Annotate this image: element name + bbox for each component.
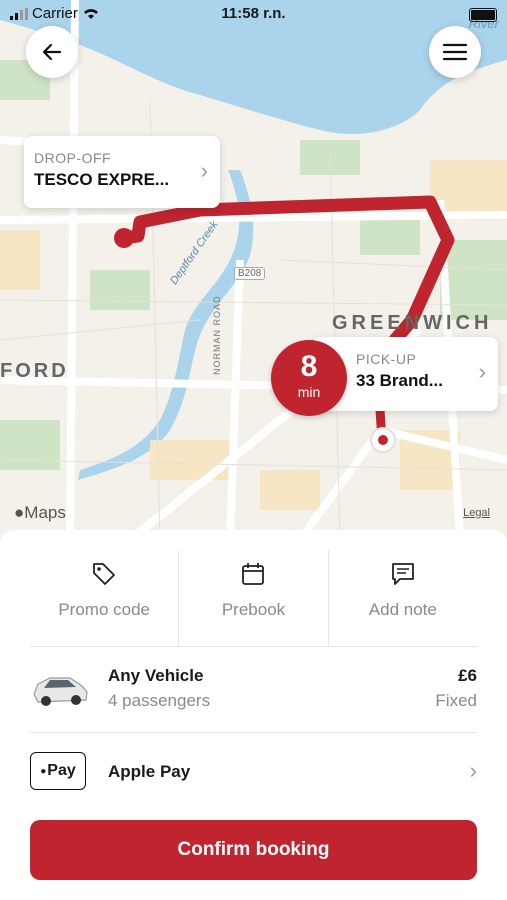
eta-badge: 8 min xyxy=(271,340,347,416)
car-icon xyxy=(33,677,88,706)
maps-logo: ●Maps xyxy=(14,503,66,523)
chevron-right-icon: › xyxy=(469,758,477,783)
chevron-right-icon: › xyxy=(200,158,208,183)
apple-pay-badge-text: Pay xyxy=(47,762,76,779)
maps-logo-text: Maps xyxy=(24,503,66,522)
dropoff-label: DROP-OFF xyxy=(34,150,112,166)
tag-icon xyxy=(93,563,116,585)
battery-icon xyxy=(469,8,497,22)
ford-label: FORD xyxy=(0,360,69,382)
price-type: Fixed xyxy=(435,691,477,710)
vehicle-name: Any Vehicle xyxy=(108,666,204,685)
payment-method-name: Apple Pay xyxy=(108,762,191,781)
dropoff-address: TESCO EXPRE... xyxy=(34,170,170,189)
hamburger-icon xyxy=(442,43,468,61)
vehicle-row[interactable]: Any Vehicle 4 passengers £6 Fixed xyxy=(30,646,477,733)
back-button[interactable] xyxy=(26,26,78,78)
prebook-button[interactable]: Prebook xyxy=(178,550,327,646)
norman-road-label: NORMAN ROAD xyxy=(212,295,222,375)
calendar-icon xyxy=(242,563,265,585)
add-note-label: Add note xyxy=(368,600,437,619)
arrow-left-icon xyxy=(42,43,62,61)
note-icon xyxy=(391,563,414,585)
eta-value: 8 xyxy=(300,350,318,383)
apple-logo-icon: ● xyxy=(40,765,47,777)
status-bar: Carrier 11:58 r.n. xyxy=(0,0,507,28)
eta-unit: min xyxy=(297,384,321,400)
vehicle-price: £6 xyxy=(458,666,477,685)
menu-button[interactable] xyxy=(429,26,481,78)
map-view[interactable]: River GREENWICH FORD Deptford Creek NORM… xyxy=(0,0,507,540)
payment-row[interactable]: ● Pay Apple Pay › xyxy=(30,732,477,812)
legal-link[interactable]: Legal xyxy=(463,507,490,519)
b208-label: B208 xyxy=(234,267,266,280)
promo-code-button[interactable]: Promo code xyxy=(30,550,178,646)
prebook-label: Prebook xyxy=(221,600,286,619)
pickup-label: PICK-UP xyxy=(356,351,417,367)
apple-logo-icon: ● xyxy=(14,503,25,522)
vehicle-passengers: 4 passengers xyxy=(108,691,211,710)
dropoff-callout[interactable]: DROP-OFF TESCO EXPRE... › xyxy=(24,136,220,208)
add-note-button[interactable]: Add note xyxy=(327,550,477,646)
pickup-address: 33 Brand... xyxy=(356,371,443,390)
clock: 11:58 r.n. xyxy=(221,5,286,22)
action-row: Promo code Prebook Add note xyxy=(30,550,477,647)
apple-pay-badge: ● Pay xyxy=(30,752,86,790)
greenwich-label: GREENWICH xyxy=(332,312,493,334)
confirm-booking-button[interactable]: Confirm booking xyxy=(30,820,477,880)
promo-code-label: Promo code xyxy=(58,600,150,619)
chevron-right-icon: › xyxy=(478,359,486,384)
